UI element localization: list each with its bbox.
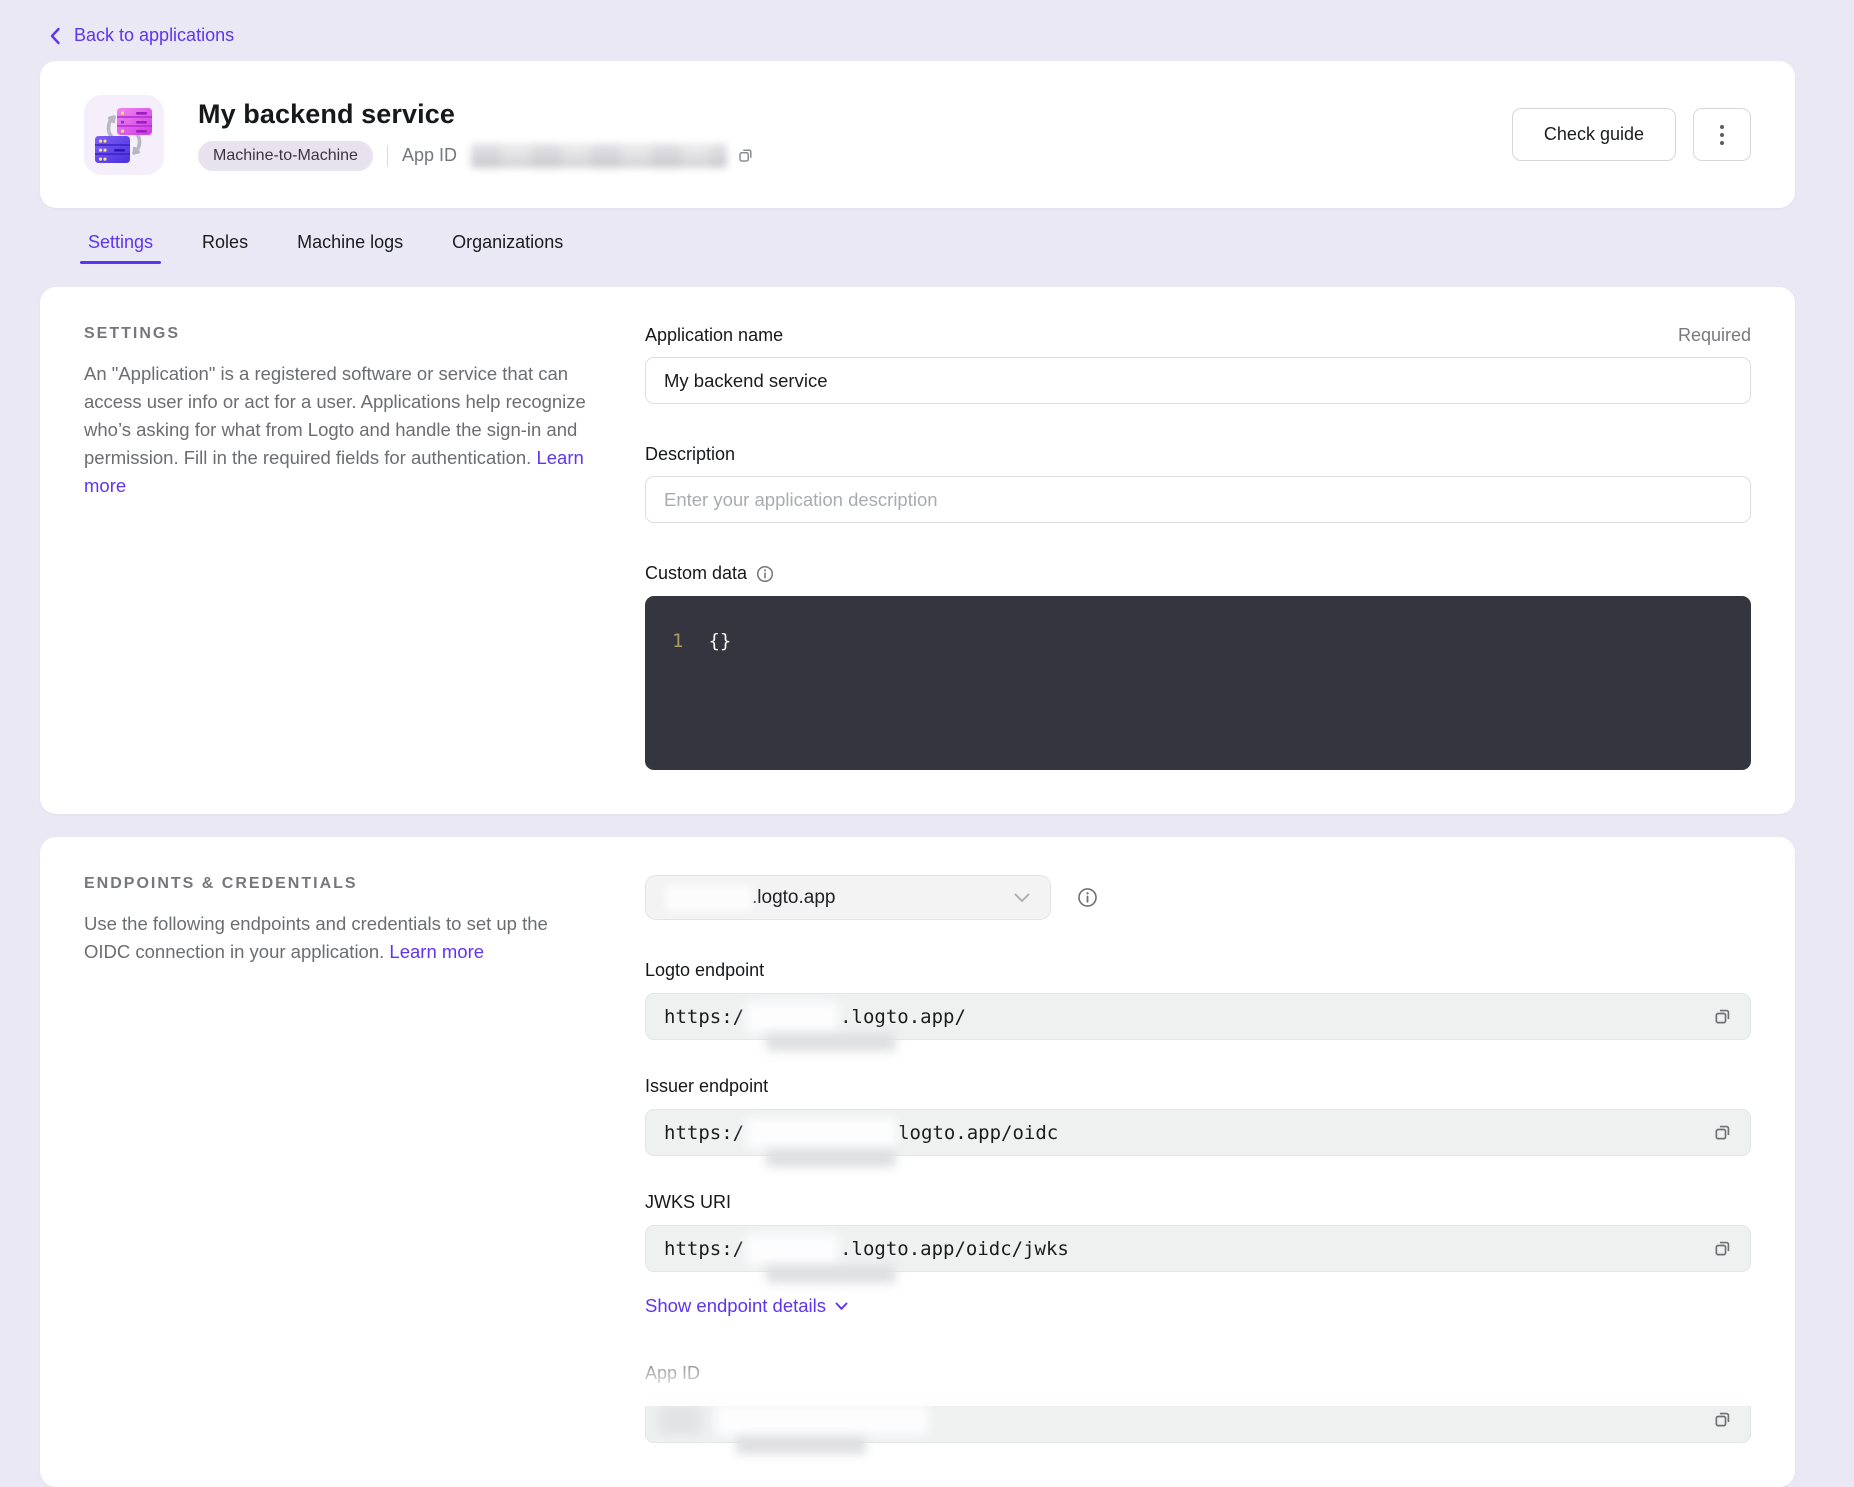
redacted-app-id-value [471, 144, 727, 168]
endpoint-suffix: .logto.app/oidc/jwks [840, 1238, 1069, 1260]
issuer-endpoint-field: https:/ logto.app/oidc [645, 1109, 1751, 1156]
tab-bar: Settings Roles Machine logs Organization… [40, 232, 1795, 264]
tab-machine-logs[interactable]: Machine logs [297, 232, 403, 264]
tenant-domain-select[interactable]: .logto.app [645, 875, 1051, 920]
endpoints-learn-more-link[interactable]: Learn more [389, 941, 484, 962]
logto-endpoint-label: Logto endpoint [645, 960, 1751, 981]
redacted-app-id-value [716, 1405, 928, 1435]
copy-logto-endpoint-button[interactable] [1713, 1007, 1732, 1026]
app-type-badge: Machine-to-Machine [198, 141, 373, 171]
more-actions-button[interactable] [1693, 108, 1751, 161]
info-icon[interactable] [1077, 887, 1098, 908]
chevron-left-icon [48, 26, 62, 46]
check-guide-button[interactable]: Check guide [1512, 108, 1676, 161]
description-label: Description [645, 444, 1751, 465]
copy-icon [1713, 1123, 1732, 1142]
info-icon[interactable] [756, 565, 774, 583]
copy-icon [1713, 1239, 1732, 1258]
tab-roles[interactable]: Roles [202, 232, 248, 264]
copy-issuer-endpoint-button[interactable] [1713, 1123, 1732, 1142]
redaction-artifact [766, 1150, 896, 1167]
copy-icon [1713, 1410, 1732, 1429]
application-name-label: Application name [645, 325, 783, 346]
domain-suffix: .logto.app [752, 887, 835, 909]
endpoint-prefix: https:/ [664, 1122, 744, 1144]
chevron-down-icon [835, 1302, 848, 1311]
issuer-endpoint-label: Issuer endpoint [645, 1076, 1751, 1097]
tab-settings[interactable]: Settings [88, 232, 153, 264]
app-id-field [645, 1396, 1751, 1443]
redaction-artifact [766, 1266, 896, 1283]
copy-icon [737, 147, 754, 164]
tab-organizations[interactable]: Organizations [452, 232, 563, 264]
divider [387, 145, 388, 167]
endpoint-suffix: logto.app/oidc [898, 1122, 1058, 1144]
copy-app-id-field-button[interactable] [1713, 1410, 1732, 1429]
m2m-app-icon [84, 95, 164, 175]
show-endpoint-details-link[interactable]: Show endpoint details [645, 1295, 1751, 1317]
jwks-uri-field: https:/ .logto.app/oidc/jwks [645, 1225, 1751, 1272]
copy-jwks-uri-button[interactable] [1713, 1239, 1732, 1258]
copy-app-id-button[interactable] [737, 147, 754, 164]
redacted-tenant-name [666, 885, 752, 911]
page-title: My backend service [198, 99, 754, 130]
endpoint-suffix: .logto.app/ [840, 1006, 966, 1028]
settings-card: SETTINGS An "Application" is a registere… [40, 287, 1795, 814]
application-name-input[interactable] [645, 357, 1751, 404]
redaction-artifact [766, 1034, 896, 1051]
required-hint: Required [1678, 325, 1751, 346]
logto-endpoint-field: https:/ .logto.app/ [645, 993, 1751, 1040]
description-input[interactable] [645, 476, 1751, 523]
jwks-uri-label: JWKS URI [645, 1192, 1751, 1213]
chevron-down-icon [1014, 893, 1030, 903]
application-header-card: My backend service Machine-to-Machine Ap… [40, 61, 1795, 208]
app-id-label: App ID [402, 145, 457, 166]
editor-line-number: 1 [672, 629, 683, 770]
redaction-artifact [736, 1437, 866, 1454]
redaction-artifact [658, 1405, 702, 1435]
settings-section-description: An "Application" is a registered softwar… [84, 363, 586, 468]
custom-data-editor[interactable]: 1 {} [645, 596, 1751, 770]
custom-data-label: Custom data [645, 563, 747, 584]
back-to-applications-link[interactable]: Back to applications [48, 25, 234, 46]
settings-section-heading: SETTINGS [84, 325, 589, 343]
endpoint-prefix: https:/ [664, 1006, 744, 1028]
redacted-tenant-segment [746, 1002, 838, 1032]
copy-icon [1713, 1007, 1732, 1026]
redacted-tenant-segment [746, 1118, 896, 1148]
redacted-tenant-segment [746, 1234, 838, 1264]
endpoints-card: ENDPOINTS & CREDENTIALS Use the followin… [40, 837, 1795, 1487]
kebab-menu-icon [1720, 125, 1724, 145]
endpoints-section-heading: ENDPOINTS & CREDENTIALS [84, 875, 589, 893]
application-detail-page: Back to applications [0, 0, 1854, 1487]
editor-content: {} [708, 629, 731, 770]
endpoint-prefix: https:/ [664, 1238, 744, 1260]
back-link-label: Back to applications [74, 25, 234, 46]
active-tab-underline [80, 261, 161, 264]
app-id-field-label: App ID [645, 1363, 1751, 1384]
